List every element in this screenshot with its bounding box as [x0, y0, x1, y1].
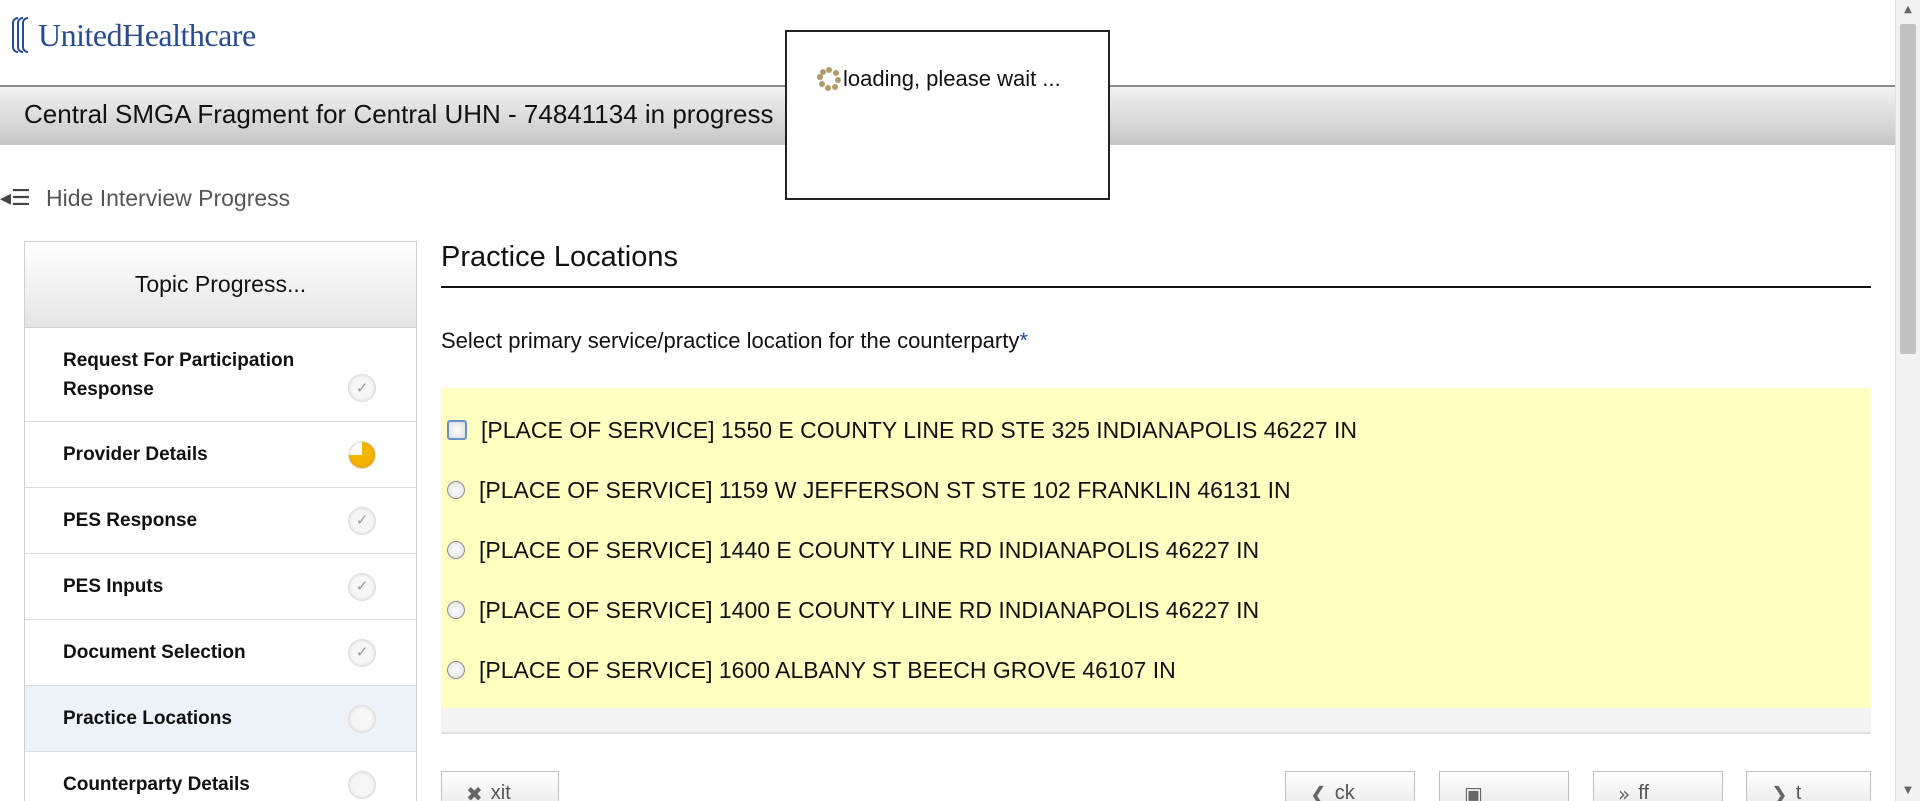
- scroll-thumb[interactable]: [1900, 24, 1916, 354]
- question-text: Select primary service/practice location…: [441, 328, 1871, 354]
- location-options: [PLACE OF SERVICE] 1550 E COUNTY LINE RD…: [441, 388, 1871, 708]
- unitedhealthcare-logo: UnitedHealthcare: [12, 14, 256, 56]
- logo-text: UnitedHealthcare: [38, 16, 256, 53]
- topic-progress-title: Topic Progress...: [25, 242, 416, 328]
- scroll-down-icon[interactable]: ▼: [1896, 781, 1920, 801]
- option-label: [PLACE OF SERVICE] 1440 E COUNTY LINE RD…: [479, 536, 1260, 563]
- hide-progress-label: Hide Interview Progress: [46, 185, 291, 211]
- loading-text: loading, please wait ...: [843, 66, 1061, 91]
- empty-circle-icon: [348, 704, 376, 733]
- next-button[interactable]: ❯ t: [1746, 771, 1871, 801]
- question-label: Select primary service/practice location…: [441, 328, 1020, 353]
- close-icon: ✖: [466, 782, 483, 801]
- check-icon: ✓: [348, 638, 376, 667]
- topic-label: Request For Participation Response: [63, 349, 295, 400]
- required-marker: *: [1019, 328, 1028, 353]
- topic-practice-locations[interactable]: Practice Locations: [25, 686, 416, 752]
- option-label: [PLACE OF SERVICE] 1600 ALBANY ST BEECH …: [479, 656, 1176, 683]
- back-label: ck: [1334, 782, 1355, 801]
- next-label: t: [1795, 782, 1802, 801]
- topic-label: Counterparty Details: [63, 774, 250, 795]
- in-progress-icon: [348, 440, 376, 469]
- save-icon: ▣: [1464, 782, 1483, 801]
- option-label: [PLACE OF SERVICE] 1159 W JEFFERSON ST S…: [479, 476, 1291, 503]
- brand-mark-icon: [12, 15, 32, 55]
- fast-forward-label: ff: [1638, 782, 1650, 801]
- option-label: [PLACE OF SERVICE] 1400 E COUNTY LINE RD…: [479, 596, 1260, 623]
- loading-dialog: loading, please wait ...: [785, 30, 1110, 200]
- check-icon: ✓: [348, 374, 376, 402]
- option-label: [PLACE OF SERVICE] 1550 E COUNTY LINE RD…: [481, 416, 1358, 443]
- location-option[interactable]: [PLACE OF SERVICE] 1400 E COUNTY LINE RD…: [441, 580, 1871, 640]
- topic-label: Document Selection: [63, 642, 246, 663]
- topic-pes-inputs[interactable]: PES Inputs ✓: [25, 554, 416, 620]
- empty-circle-icon: [348, 770, 376, 799]
- chevron-right-icon: ❯: [1771, 782, 1788, 801]
- hide-progress-toggle[interactable]: ◂☰ Hide Interview Progress: [0, 185, 290, 212]
- radio-button[interactable]: [447, 481, 465, 499]
- radio-button[interactable]: [447, 420, 467, 440]
- options-divider: [441, 708, 1871, 734]
- exit-button[interactable]: ✖ xit: [441, 771, 559, 801]
- topic-provider-details[interactable]: Provider Details: [25, 422, 416, 488]
- back-button[interactable]: ❮ ck: [1285, 771, 1415, 801]
- topic-label: PES Inputs: [63, 576, 164, 597]
- scroll-up-icon[interactable]: ▲: [1896, 0, 1920, 20]
- radio-button[interactable]: [447, 601, 465, 619]
- topic-document-selection[interactable]: Document Selection ✓: [25, 620, 416, 686]
- radio-button[interactable]: [447, 541, 465, 559]
- fast-forward-button[interactable]: » ff: [1593, 771, 1723, 801]
- topic-counterparty-details[interactable]: Counterparty Details: [25, 752, 416, 801]
- save-button[interactable]: ▣: [1439, 771, 1569, 801]
- topic-label: Practice Locations: [63, 708, 232, 729]
- list-collapse-icon: ◂☰: [0, 186, 31, 211]
- topic-label: Provider Details: [63, 444, 208, 465]
- check-icon: ✓: [348, 506, 376, 535]
- location-option[interactable]: [PLACE OF SERVICE] 1550 E COUNTY LINE RD…: [441, 400, 1871, 460]
- topic-request-for-participation[interactable]: Request For Participation Response ✓: [25, 328, 416, 422]
- check-icon: ✓: [348, 572, 376, 601]
- exit-label: xit: [490, 782, 511, 801]
- loading-message: loading, please wait ...: [817, 66, 1061, 92]
- chevron-left-icon: ❮: [1310, 782, 1327, 801]
- location-option[interactable]: [PLACE OF SERVICE] 1159 W JEFFERSON ST S…: [441, 460, 1871, 520]
- topic-progress-panel: Topic Progress... Request For Participat…: [24, 241, 417, 801]
- fast-forward-icon: »: [1618, 782, 1631, 801]
- page-scrollbar[interactable]: ▲ ▼: [1895, 0, 1920, 801]
- main-content: Practice Locations Select primary servic…: [441, 241, 1871, 734]
- section-title: Practice Locations: [441, 241, 1871, 288]
- location-option[interactable]: [PLACE OF SERVICE] 1440 E COUNTY LINE RD…: [441, 520, 1871, 580]
- topic-pes-response[interactable]: PES Response ✓: [25, 488, 416, 554]
- location-option[interactable]: [PLACE OF SERVICE] 1600 ALBANY ST BEECH …: [441, 640, 1871, 700]
- topic-label: PES Response: [63, 510, 198, 531]
- radio-button[interactable]: [447, 661, 465, 679]
- spinner-icon: [817, 67, 841, 91]
- interview-title: Central SMGA Fragment for Central UHN - …: [24, 99, 774, 129]
